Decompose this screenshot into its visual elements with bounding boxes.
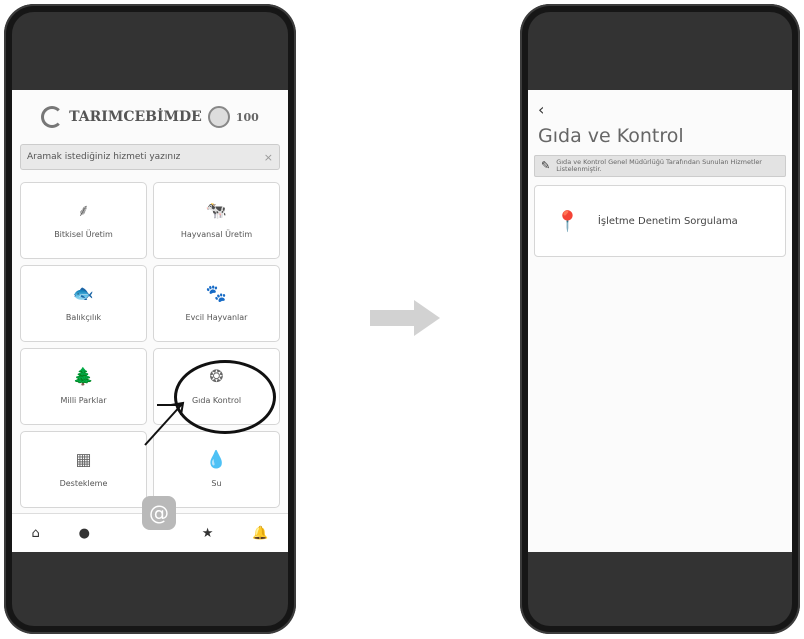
tile-label: Balıkçılık bbox=[65, 312, 102, 322]
tile-hayvansal-uretim[interactable]: 🐄 Hayvansal Üretim bbox=[153, 182, 280, 259]
phone-right: ‹ Gıda ve Kontrol ✎ Gıda ve Kontrol Gene… bbox=[520, 4, 800, 634]
user-icon[interactable]: ● bbox=[79, 526, 90, 541]
seal-icon bbox=[207, 106, 230, 128]
screen-gida-kontrol: ‹ Gıda ve Kontrol ✎ Gıda ve Kontrol Gene… bbox=[528, 90, 792, 552]
magic-wand-icon: ✎ bbox=[541, 158, 551, 172]
logo-badge: 100 bbox=[235, 110, 259, 124]
tile-label: Evcil Hayvanlar bbox=[185, 312, 248, 322]
e-devlet-fab-button[interactable]: @ bbox=[142, 496, 176, 530]
transition-arrow-icon bbox=[370, 300, 440, 336]
service-card-label: İşletme Denetim Sorgulama bbox=[597, 215, 738, 227]
info-banner: ✎ Gıda ve Kontrol Genel Müdürlüğü Tarafı… bbox=[534, 155, 786, 177]
nav-band-bottom bbox=[12, 552, 288, 626]
star-icon[interactable]: ★ bbox=[202, 526, 214, 541]
wheat-icon: ⸙ bbox=[77, 200, 90, 221]
search-input[interactable]: Aramak istediğiniz hizmeti yazınız × bbox=[20, 144, 280, 170]
page-title: Gıda ve Kontrol bbox=[538, 125, 684, 147]
search-placeholder: Aramak istediğiniz hizmeti yazınız bbox=[27, 152, 181, 162]
pointer-arrow-annotation bbox=[144, 401, 185, 446]
trees-icon: 🌲 bbox=[72, 366, 95, 387]
tile-bitkisel-uretim[interactable]: ⸙ Bitkisel Üretim bbox=[20, 182, 147, 259]
screen-home: TARIMCEBİMDE 100 Aramak istediğiniz hizm… bbox=[12, 90, 288, 552]
pets-icon: 🐾 bbox=[205, 283, 228, 304]
clear-icon[interactable]: × bbox=[264, 151, 273, 164]
map-pin-icon: 📍 bbox=[555, 209, 580, 233]
cow-icon: 🐄 bbox=[205, 200, 228, 221]
e-devlet-icon: @ bbox=[149, 501, 169, 525]
tile-label: Su bbox=[211, 478, 222, 488]
tile-label: Hayvansal Üretim bbox=[180, 229, 253, 239]
status-band-top bbox=[528, 12, 792, 92]
info-text: Gıda ve Kontrol Genel Müdürlüğü Tarafınd… bbox=[556, 157, 762, 173]
tile-balikcilik[interactable]: 🐟 Balıkçılık bbox=[20, 265, 147, 342]
tile-label: Bitkisel Üretim bbox=[54, 229, 113, 239]
phone-left: TARIMCEBİMDE 100 Aramak istediğiniz hizm… bbox=[4, 4, 296, 634]
service-grid: ⸙ Bitkisel Üretim 🐄 Hayvansal Üretim 🐟 B… bbox=[20, 182, 280, 508]
bell-icon[interactable]: 🔔 bbox=[252, 526, 268, 541]
back-chevron-icon[interactable]: ‹ bbox=[538, 100, 792, 119]
tile-evcil-hayvanlar[interactable]: 🐾 Evcil Hayvanlar bbox=[153, 265, 280, 342]
home-icon[interactable]: ⌂ bbox=[31, 526, 39, 541]
app-logo: TARIMCEBİMDE 100 bbox=[12, 96, 288, 138]
logo-mark-icon bbox=[41, 106, 64, 128]
service-card-isletme-denetim[interactable]: 📍 İşletme Denetim Sorgulama bbox=[534, 185, 786, 257]
tile-destekleme[interactable]: ▦ Destekleme bbox=[20, 431, 147, 508]
logo-text: TARIMCEBİMDE bbox=[69, 109, 202, 125]
tile-label: Destekleme bbox=[59, 478, 108, 488]
fish-icon: 🐟 bbox=[72, 283, 95, 304]
tile-label: Milli Parklar bbox=[60, 395, 107, 405]
support-icon: ▦ bbox=[75, 449, 92, 470]
status-band-top bbox=[12, 12, 288, 92]
tile-milli-parklar[interactable]: 🌲 Milli Parklar bbox=[20, 348, 147, 425]
water-drop-icon: 💧 bbox=[205, 449, 228, 470]
nav-band-bottom bbox=[528, 552, 792, 626]
